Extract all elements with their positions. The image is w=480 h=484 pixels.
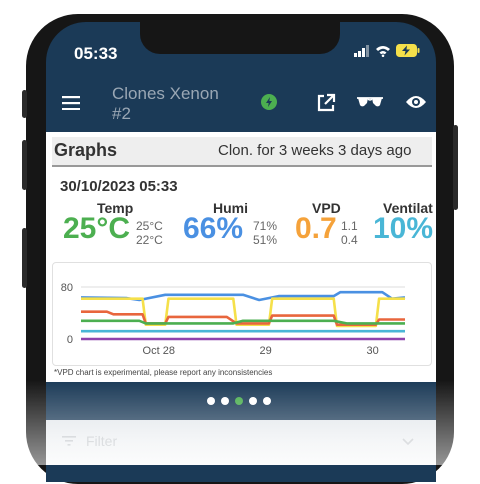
status-icons — [354, 44, 420, 57]
ventilation-value: 10% — [373, 212, 434, 245]
page-title: Clones Xenon #2 — [112, 84, 219, 123]
x-tick-label: 29 — [260, 345, 272, 357]
page-dot[interactable] — [263, 397, 271, 405]
page-dot[interactable] — [249, 397, 257, 405]
history-chart[interactable]: 80 0 Oct 28 29 30 — [52, 262, 432, 366]
volume-down-button — [22, 228, 27, 288]
open-external-icon[interactable] — [316, 93, 336, 113]
humi-min: 51% — [253, 233, 278, 247]
temp-min: 22°C — [136, 233, 163, 247]
status-time: 05:33 — [74, 44, 118, 63]
page-dot[interactable] — [207, 397, 215, 405]
page-dot[interactable] — [235, 397, 243, 405]
filter-label: Filter — [86, 433, 118, 449]
ventilation-metric: Ventilat 10% — [370, 198, 436, 250]
y-tick-label: 0 — [67, 334, 73, 346]
filter-icon — [62, 436, 76, 446]
temp-value: 25°C — [63, 212, 131, 245]
sunglasses-icon[interactable] — [356, 96, 384, 108]
x-tick-label: 30 — [366, 345, 378, 357]
menu-icon[interactable] — [62, 96, 80, 110]
mute-switch — [22, 90, 27, 118]
humi-value: 66% — [183, 212, 244, 245]
signal-icon — [354, 44, 369, 57]
vpd-disclaimer: *VPD chart is experimental, please repor… — [54, 368, 273, 377]
temp-max: 25°C — [136, 219, 163, 233]
reading-datetime: 30/10/2023 05:33 — [60, 178, 178, 195]
power-button — [453, 125, 458, 210]
humi-max: 71% — [253, 219, 278, 233]
x-tick-label: Oct 28 — [143, 345, 175, 357]
vpd-max: 1.1 — [341, 219, 358, 233]
power-status-icon[interactable] — [261, 94, 277, 110]
clone-age: Clon. for 3 weeks 3 days ago — [218, 142, 412, 159]
volume-up-button — [22, 140, 27, 190]
battery-charging-icon — [396, 44, 420, 57]
chevron-down-icon[interactable] — [402, 438, 414, 446]
notch — [140, 22, 340, 54]
wifi-icon — [376, 45, 390, 57]
y-tick-label: 80 — [61, 282, 73, 294]
page-indicator[interactable] — [207, 397, 271, 405]
graphs-title: Graphs — [54, 140, 118, 160]
eye-icon[interactable] — [405, 94, 427, 110]
chart-plot: 80 0 Oct 28 29 30 — [61, 282, 406, 357]
vpd-value: 0.7 — [295, 212, 337, 245]
vpd-min: 0.4 — [341, 233, 358, 247]
page-dot[interactable] — [221, 397, 229, 405]
